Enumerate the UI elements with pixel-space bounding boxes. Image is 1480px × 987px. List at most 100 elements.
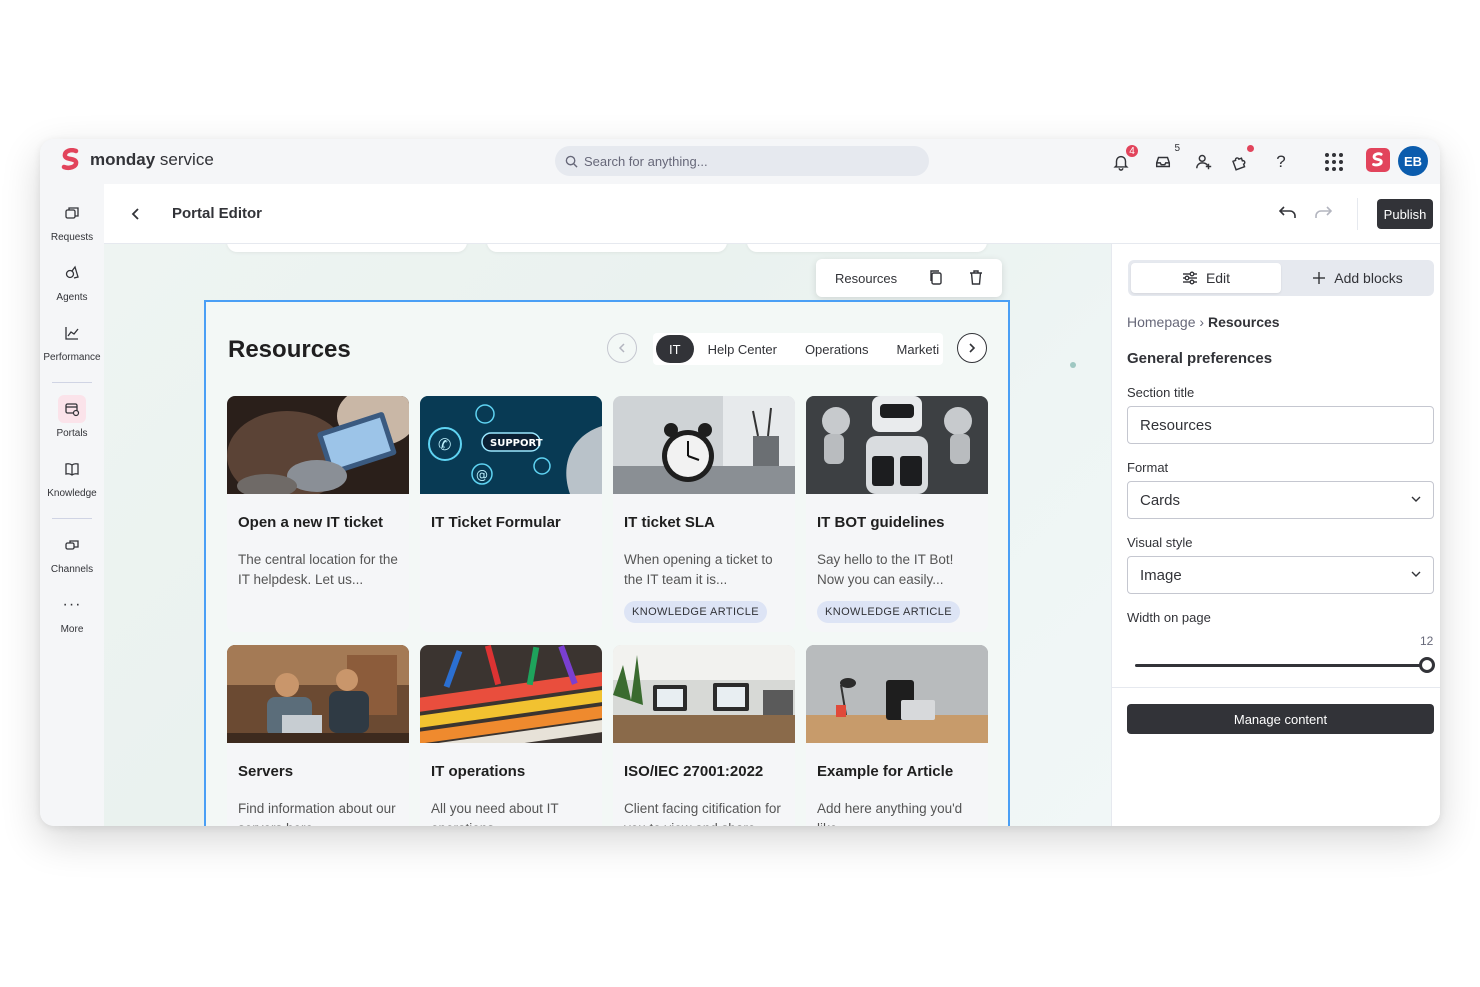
width-slider-track[interactable] (1135, 664, 1427, 667)
card-title: Example for Article (817, 763, 954, 780)
card-description: When opening a ticket to the IT team it … (624, 552, 773, 587)
add-person-icon (1196, 154, 1212, 170)
portals-icon (65, 403, 80, 417)
tab-help-center[interactable]: Help Center (694, 335, 791, 363)
sidebar-item-performance[interactable]: Performance (40, 319, 104, 363)
back-button[interactable] (126, 204, 146, 224)
section-title-input[interactable]: Resources (1127, 406, 1434, 444)
sidebar-item-portals[interactable]: Portals (40, 395, 104, 439)
monday-logo-icon (61, 148, 79, 171)
copy-icon (930, 270, 942, 285)
chevron-right-icon (969, 343, 976, 353)
search-placeholder: Search for anything... (584, 153, 708, 169)
format-select[interactable]: Cards (1127, 481, 1434, 519)
chevron-left-icon (618, 343, 625, 353)
tabs-prev-button[interactable] (607, 333, 637, 363)
puzzle-icon (1232, 157, 1246, 171)
resource-card[interactable]: Servers Find information about our serve… (227, 645, 409, 826)
tab-marketing[interactable]: Marketi (883, 335, 943, 363)
width-value: 12 (1420, 634, 1434, 648)
redo-icon (1315, 206, 1333, 218)
sidebar-item-more[interactable]: ··· More (40, 591, 104, 636)
chevron-down-icon (1411, 496, 1421, 502)
apps-marketplace-button[interactable] (1228, 145, 1254, 173)
channels-icon (65, 540, 79, 550)
trash-icon (970, 270, 982, 285)
sidebar-item-label: Performance (43, 352, 101, 363)
panel-mode-switch: Edit Add blocks (1128, 260, 1434, 296)
card-image (613, 396, 795, 494)
add-blocks-tab[interactable]: Add blocks (1281, 263, 1434, 293)
sidebar-divider (52, 382, 92, 383)
resources-section[interactable]: Resources IT Help Center Operations Mark… (204, 300, 1010, 826)
breadcrumb-root[interactable]: Homepage (1127, 314, 1196, 330)
app-grid-button[interactable] (1323, 151, 1345, 173)
search-input[interactable]: Search for anything... (555, 146, 929, 176)
edit-tab[interactable]: Edit (1131, 263, 1281, 293)
section-title: Resources (228, 336, 351, 363)
section-toolbar-label: Resources (835, 270, 898, 286)
avatar[interactable]: EB (1398, 146, 1428, 176)
product-switcher[interactable] (1366, 148, 1390, 172)
editor-header: Portal Editor Publish (104, 184, 1440, 244)
sidebar-item-label: Requests (50, 232, 94, 243)
tab-operations[interactable]: Operations (791, 335, 883, 363)
resource-card[interactable]: Open a new IT ticket The central locatio… (227, 396, 409, 632)
svg-text:✆: ✆ (438, 435, 451, 454)
marketplace-dot (1247, 145, 1254, 152)
knowledge-article-tag: KNOWLEDGE ARTICLE (817, 601, 961, 623)
sidebar-item-knowledge[interactable]: Knowledge (40, 455, 104, 499)
resource-card[interactable]: ✆ @ SUPPORT IT Ticket Formular (420, 396, 602, 632)
help-button[interactable]: ? (1270, 151, 1292, 173)
invite-button[interactable] (1193, 151, 1215, 173)
previous-section-card (227, 244, 467, 252)
card-image (806, 396, 988, 494)
app-logo[interactable]: monday service (60, 148, 214, 172)
resource-card[interactable]: ISO/IEC 27001:2022 Client facing citific… (613, 645, 795, 826)
top-bar: monday service Search for anything... 4 … (40, 139, 1440, 184)
tab-it[interactable]: IT (656, 335, 694, 363)
format-value: Cards (1140, 491, 1181, 509)
chevron-left-icon (131, 208, 139, 220)
undo-icon (1278, 206, 1296, 218)
sidebar-item-channels[interactable]: Channels (40, 531, 104, 575)
category-tabs: IT Help Center Operations Marketi (653, 333, 943, 365)
card-title: ISO/IEC 27001:2022 (624, 763, 764, 780)
sidebar-item-agents[interactable]: Agents (40, 259, 104, 303)
portal-canvas: Resources Resources IT Help Center Opera… (104, 244, 1111, 826)
card-image (227, 396, 409, 494)
notifications-button[interactable]: 4 (1110, 143, 1140, 173)
sidebar: Requests Agents Performance Portals Know… (40, 184, 104, 826)
delete-button[interactable] (968, 269, 984, 291)
publish-button[interactable]: Publish (1377, 199, 1433, 229)
search-icon (565, 155, 578, 168)
inbox-count: 5 (1174, 143, 1180, 154)
section-title-label: Section title (1127, 385, 1195, 400)
width-slider-handle[interactable] (1419, 657, 1435, 673)
visual-style-value: Image (1140, 566, 1182, 584)
resource-card[interactable]: IT BOT guidelines Say hello to the IT Bo… (806, 396, 988, 632)
visual-style-select[interactable]: Image (1127, 556, 1434, 594)
service-logo-icon (1372, 152, 1383, 167)
undo-button[interactable] (1278, 204, 1297, 225)
help-icon: ? (1276, 152, 1286, 171)
page-title: Portal Editor (172, 205, 263, 222)
redo-button[interactable] (1314, 204, 1333, 225)
sidebar-item-label: Knowledge (47, 488, 97, 499)
sidebar-item-requests[interactable]: Requests (40, 199, 104, 243)
card-image (420, 645, 602, 743)
resource-card[interactable]: IT ticket SLA When opening a ticket to t… (613, 396, 795, 632)
grid-icon (1325, 153, 1343, 171)
panel-heading: General preferences (1127, 350, 1273, 367)
inbox-button[interactable]: 5 (1152, 143, 1180, 173)
resource-card[interactable]: Example for Article Add here anything yo… (806, 645, 988, 826)
duplicate-button[interactable] (928, 269, 944, 291)
card-title: IT ticket SLA (624, 514, 715, 531)
resource-card[interactable]: IT operations All you need about IT oper… (420, 645, 602, 826)
format-label: Format (1127, 460, 1169, 475)
manage-content-button[interactable]: Manage content (1127, 704, 1434, 734)
header-divider (1357, 198, 1358, 230)
tabs-next-button[interactable] (957, 333, 987, 363)
previous-section-card (747, 244, 987, 252)
plus-icon (1313, 272, 1326, 284)
